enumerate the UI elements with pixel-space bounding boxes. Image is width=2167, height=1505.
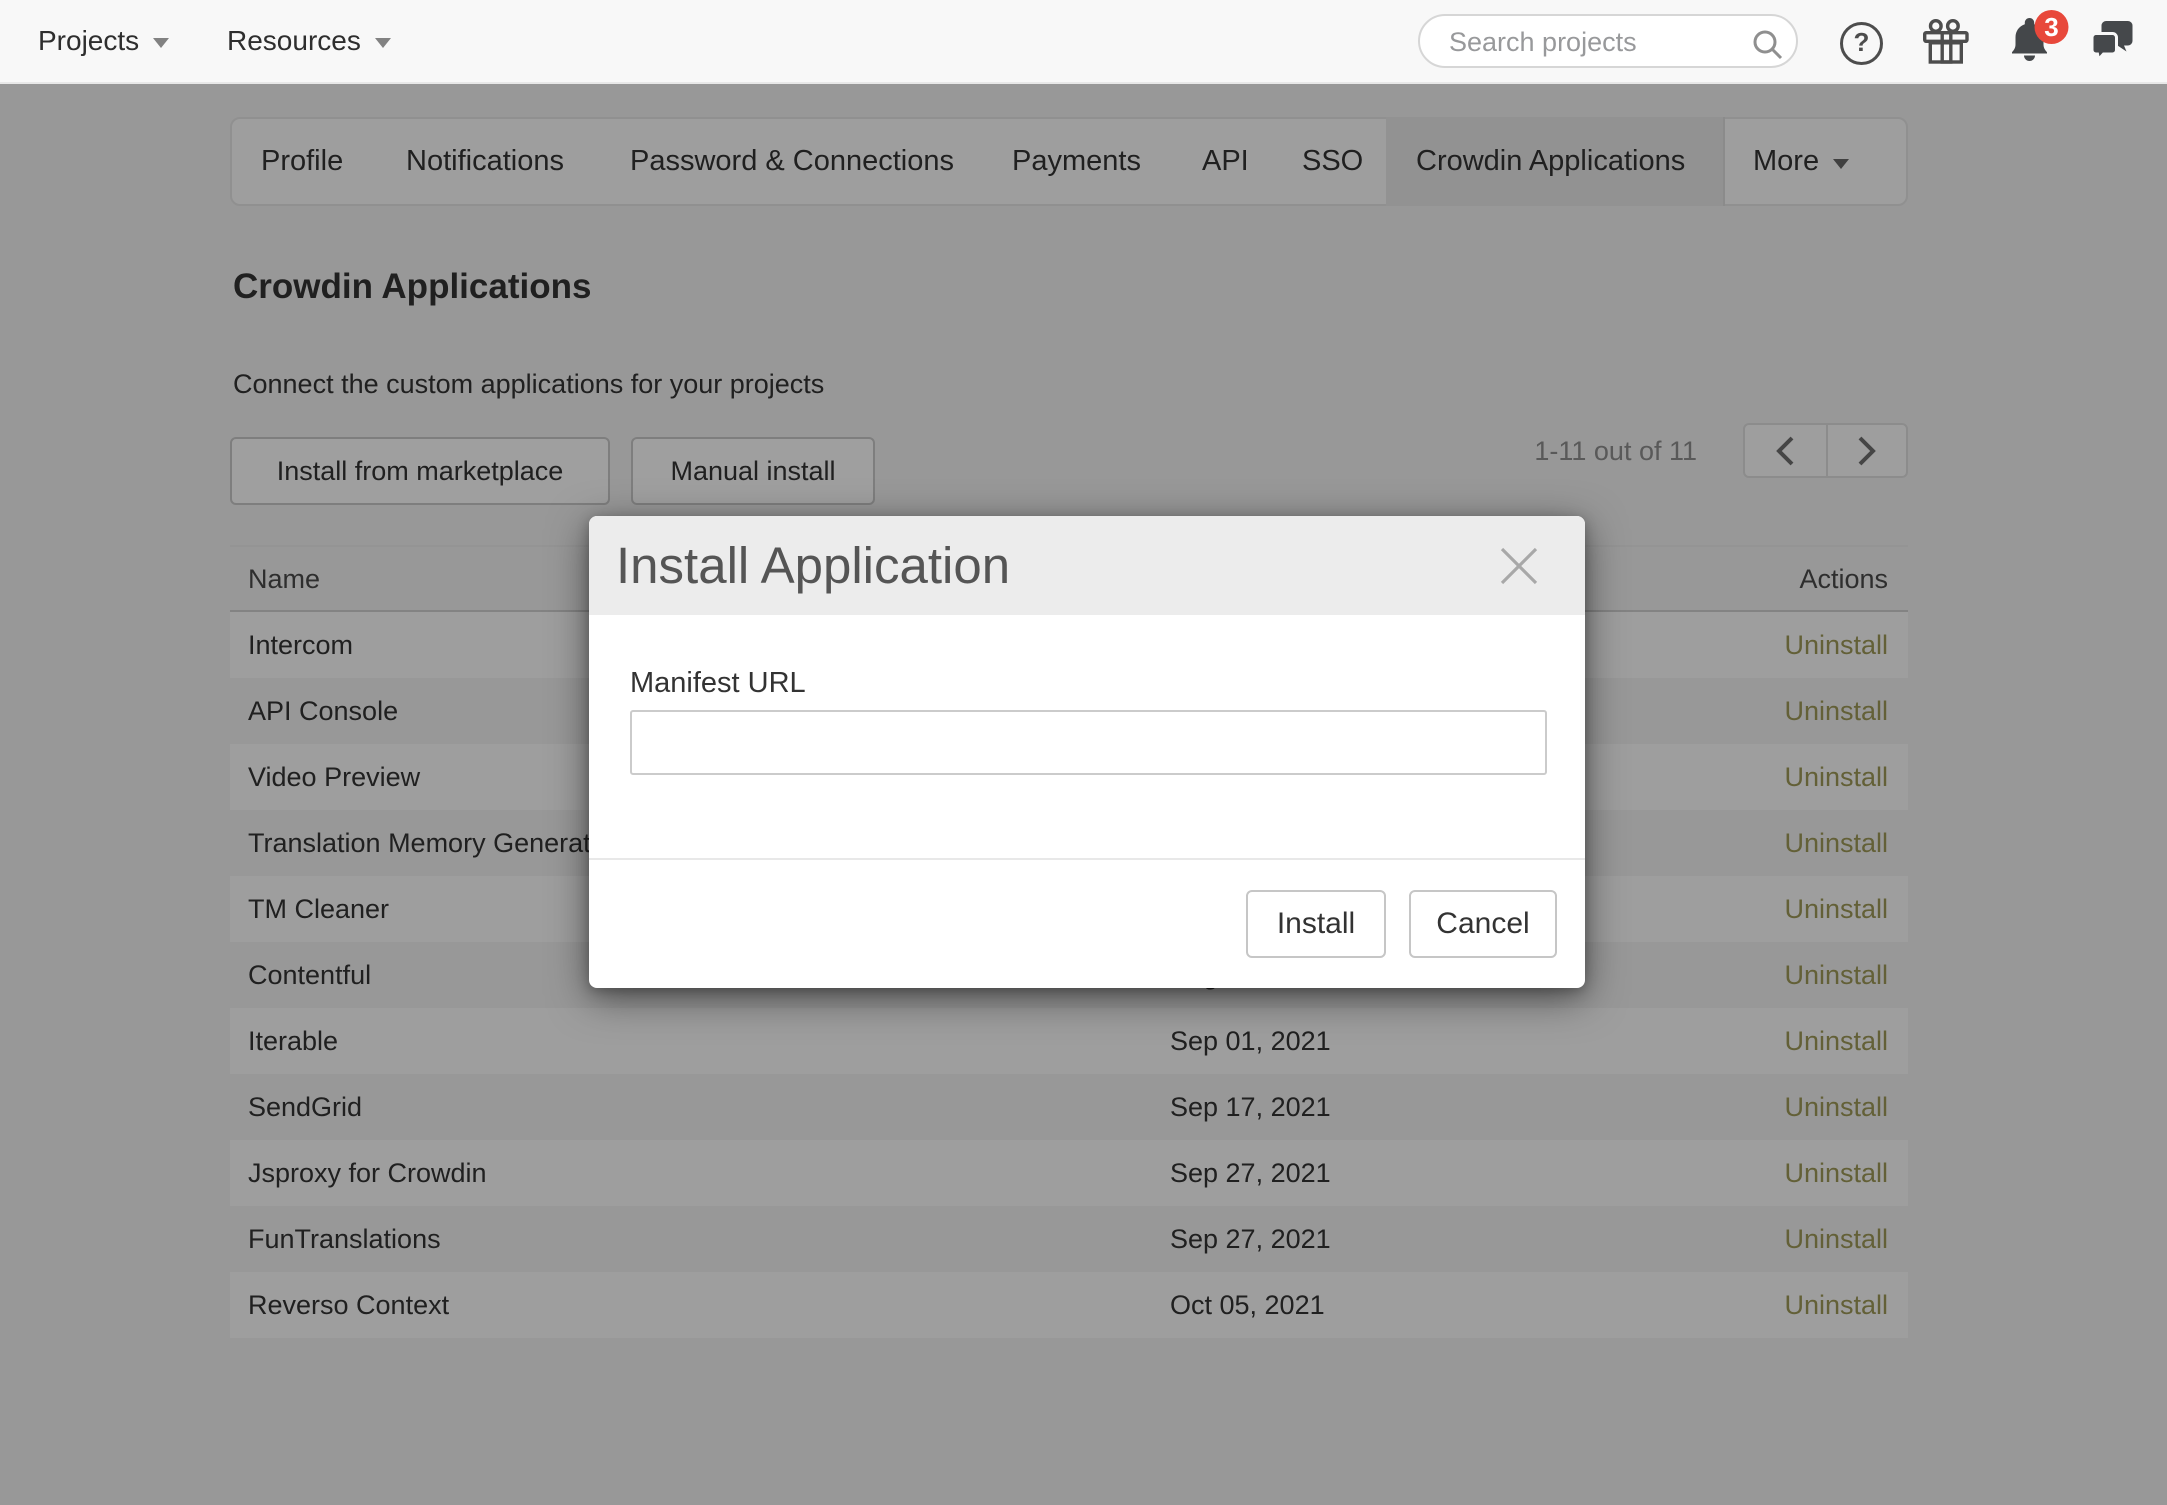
svg-text:3: 3 [2044,12,2058,42]
